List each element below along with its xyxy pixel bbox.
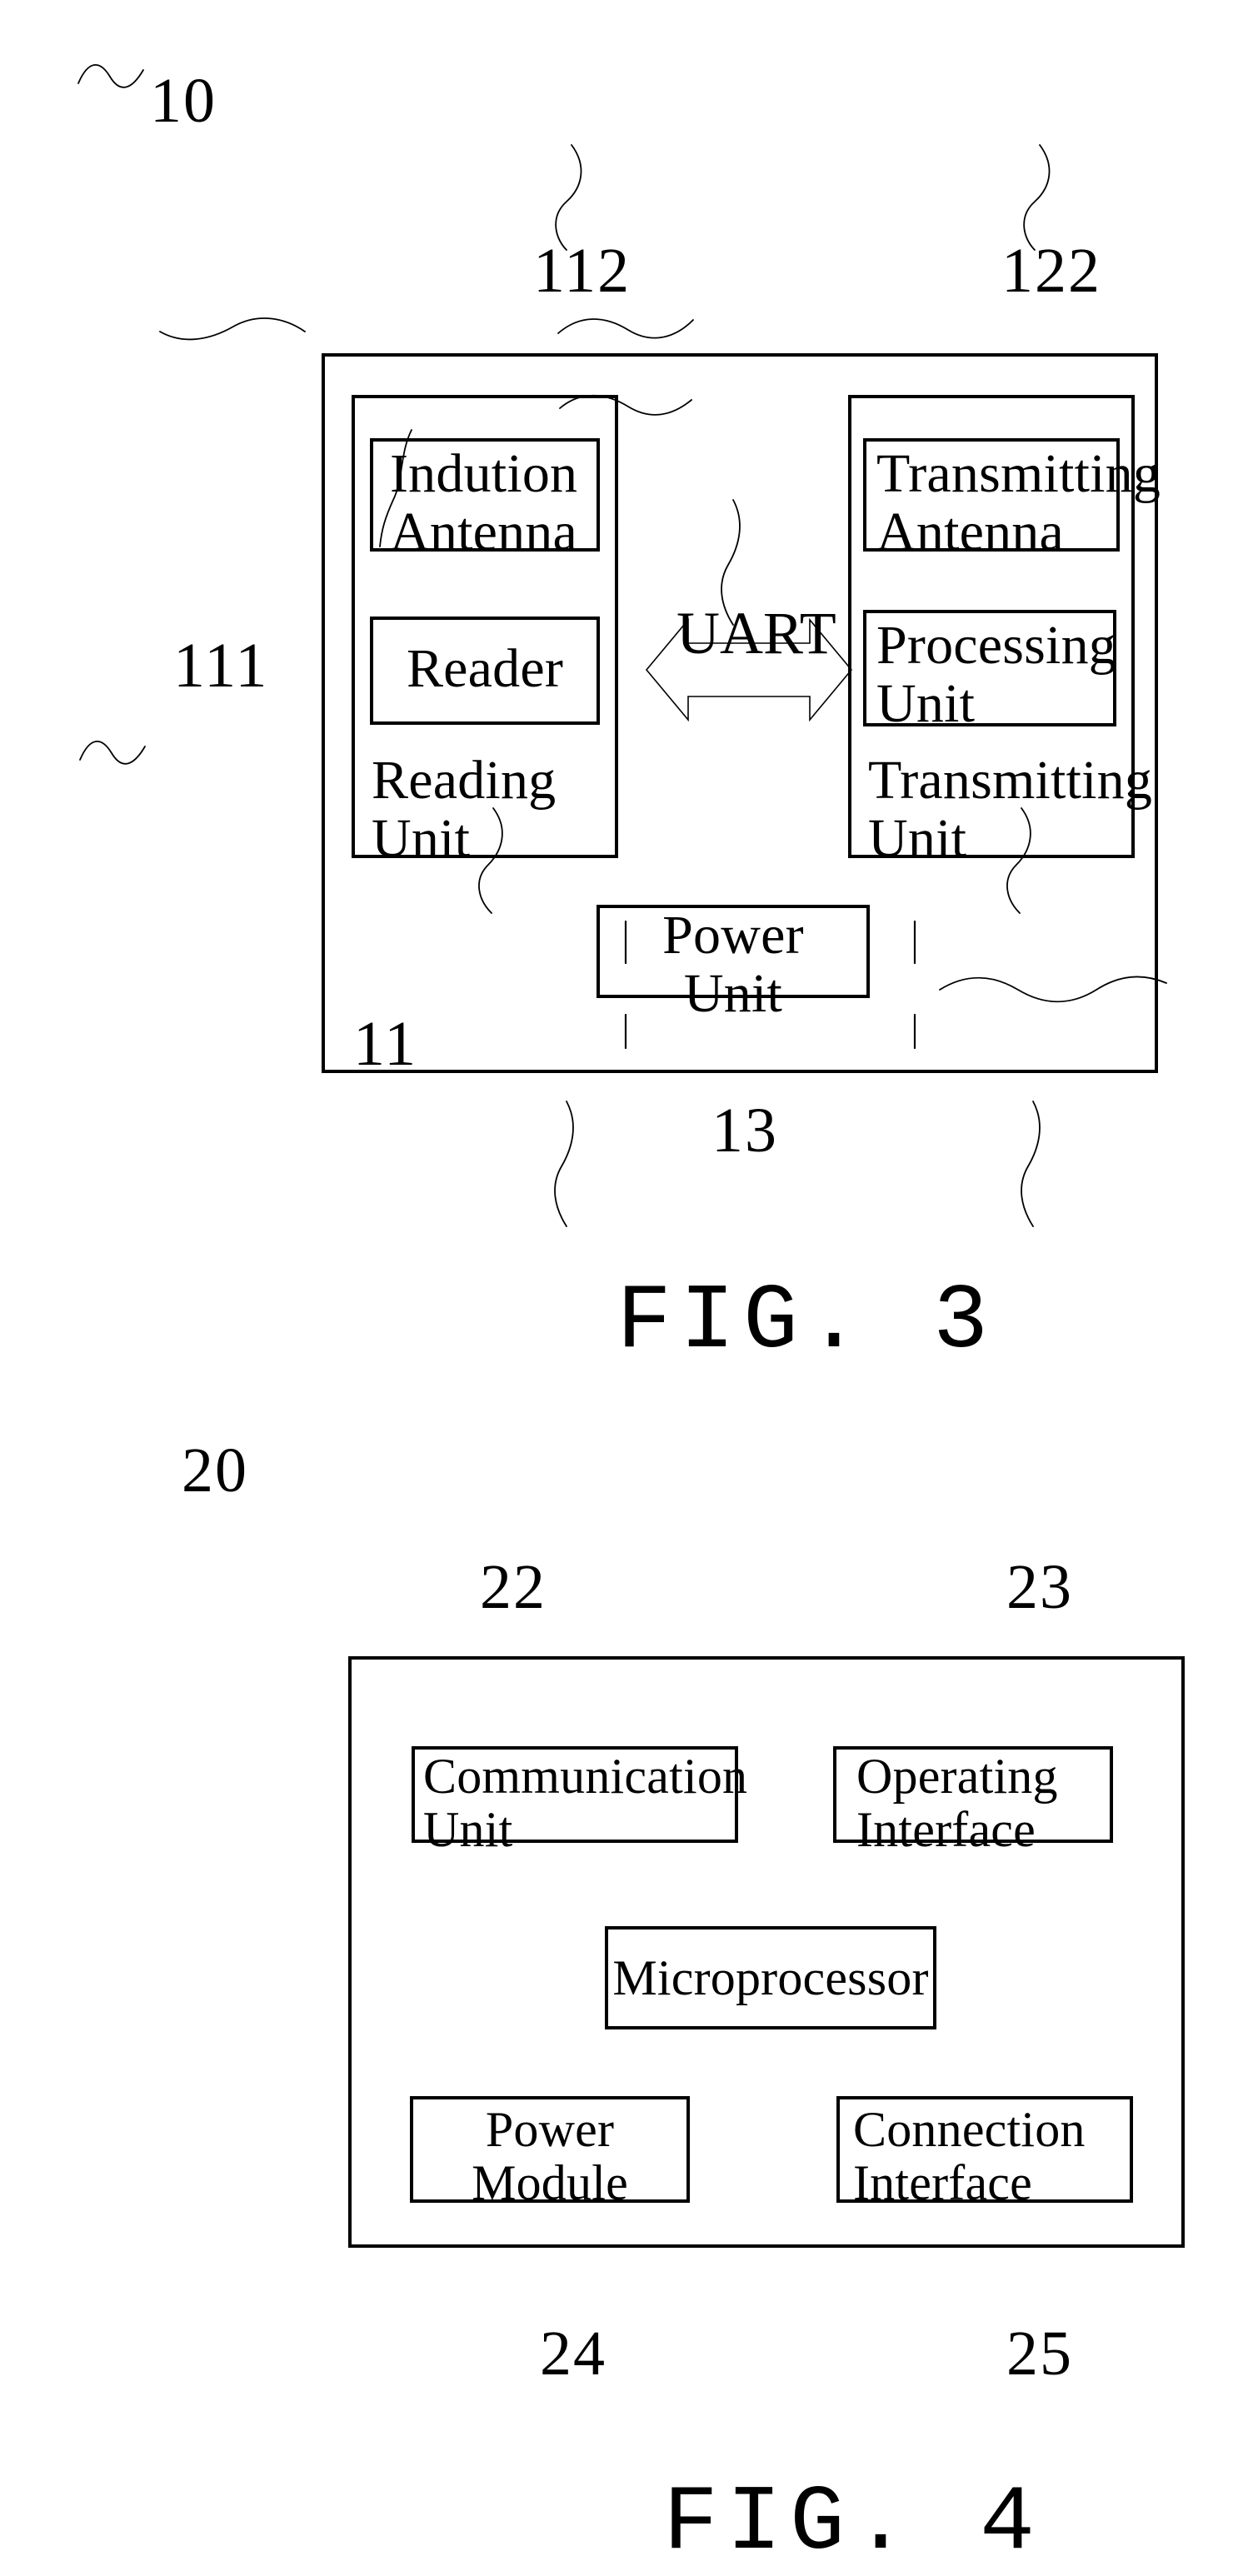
ref-number-25: 25 xyxy=(1006,2319,1073,2389)
fig4-connection-interface-label: Connection Interface xyxy=(853,2103,1086,2211)
ref-number-20: 20 xyxy=(182,1436,248,1506)
ref-number-13: 13 xyxy=(711,1096,778,1166)
fig4-operating-interface-label: Operating Interface xyxy=(856,1750,1058,1858)
fig3-transmitting-antenna-label: Transmitting Antenna xyxy=(876,445,1161,563)
ref-number-22: 22 xyxy=(480,1553,547,1623)
fig4-microprocessor-label: Microprocessor xyxy=(612,1951,929,2006)
ref-number-112: 112 xyxy=(533,237,631,307)
fig3-uart-label: UART xyxy=(676,600,836,666)
fig3-processing-unit-label: Processing Unit xyxy=(876,617,1116,735)
fig4-communication-unit-label: Communication Unit xyxy=(423,1750,748,1858)
ref-number-24: 24 xyxy=(540,2319,607,2389)
figure-4-caption: FIG. 4 xyxy=(663,2471,1044,2576)
fig3-reader-label: Reader xyxy=(406,640,564,700)
fig3-power-unit-label: Power Unit xyxy=(662,906,804,1025)
fig3-transmitting-unit-label: Transmitting Unit xyxy=(868,751,1153,870)
figure-3-caption: FIG. 3 xyxy=(617,1270,997,1375)
ref-number-10: 10 xyxy=(150,67,217,137)
ref-number-122: 122 xyxy=(1001,237,1101,307)
fig4-power-module-label: Power Module xyxy=(472,2103,628,2211)
patent-drawing-sheet: 10 112 122 Reading Unit Indution Antenna… xyxy=(0,0,1248,2569)
ref-number-23: 23 xyxy=(1006,1553,1073,1623)
fig3-reading-unit-label: Reading Unit xyxy=(372,751,557,870)
fig3-induction-antenna-label: Indution Antenna xyxy=(390,445,578,563)
ref-number-11: 11 xyxy=(353,1010,418,1080)
ref-number-111: 111 xyxy=(173,632,269,701)
